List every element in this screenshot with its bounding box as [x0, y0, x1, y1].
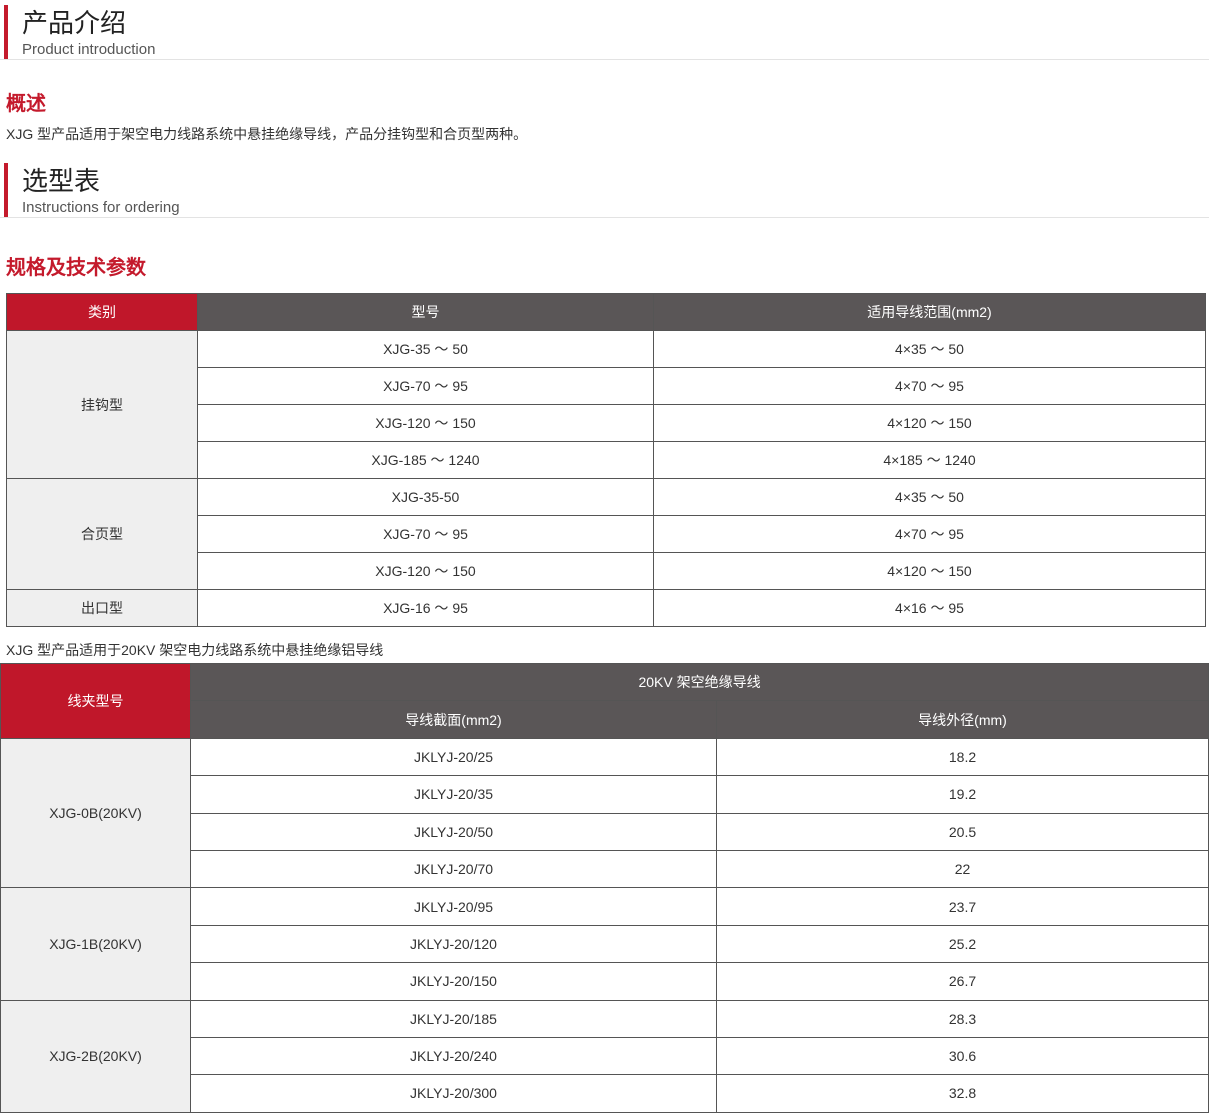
range-cell: 4×185 ～ 1240	[653, 441, 1206, 479]
model-cell: XJG-70 ～ 95	[197, 515, 654, 553]
wire-diameter-cell: 32.8	[715, 1074, 1209, 1113]
category-cell: 合页型	[6, 478, 198, 590]
range-cell: 4×35 ～ 50	[653, 330, 1206, 368]
spec-table: 类别 型号 适用导线范围(mm2) 挂钩型 XJG-35 ～ 50 4×35 ～ 5…	[6, 293, 1206, 627]
col-header-wire-group: 20KV 架空绝缘导线	[189, 662, 1209, 702]
wire-diameter-cell: 22	[715, 849, 1209, 889]
section-title-en: Instructions for ordering	[22, 199, 180, 216]
model-cell: XJG-185 ～ 1240	[197, 441, 654, 479]
range-cell: 4×120 ～ 150	[653, 404, 1206, 442]
table-row: XJG-0B(20KV) JKLYJ-20/25 18.2	[0, 737, 1209, 889]
model-cell: XJG-35 ～ 50	[197, 330, 654, 368]
overview-text: XJG 型产品适用于架空电力线路系统中悬挂绝缘导线，产品分挂钩型和合页型两种。	[6, 126, 528, 142]
category-cell: 出口型	[6, 589, 198, 627]
model-cell: XJG-35-50	[197, 478, 654, 516]
wire-diameter-cell: 19.2	[715, 775, 1209, 814]
wire-section-cell: JKLYJ-20/50	[190, 812, 717, 851]
model-cell: XJG-120 ～ 150	[197, 404, 654, 442]
table-row: 挂钩型 XJG-35 ～ 50 4×35 ～ 50	[6, 330, 1206, 479]
selection-header: 选型表 Instructions for ordering	[0, 163, 1209, 218]
spec-heading: 规格及技术参数	[6, 257, 146, 279]
section-accent-bar	[4, 5, 8, 59]
note-text: XJG 型产品适用于20KV 架空电力线路系统中悬挂绝缘铝导线	[6, 642, 384, 658]
wire-diameter-cell: 25.2	[715, 924, 1209, 964]
clamp-model-cell: XJG-2B(20KV)	[0, 999, 191, 1113]
wire-section-cell: JKLYJ-20/240	[190, 1036, 717, 1076]
range-cell: 4×70 ～ 95	[653, 367, 1206, 405]
wire-diameter-cell: 26.7	[715, 962, 1209, 1001]
range-cell: 4×16 ～ 95	[653, 589, 1206, 627]
col-header-section: 导线截面(mm2)	[190, 700, 717, 739]
model-cell: XJG-120 ～ 150	[197, 552, 654, 590]
wire-diameter-cell: 28.3	[715, 999, 1209, 1038]
table-header-row: 线夹型号 20KV 架空绝缘导线	[0, 662, 1209, 739]
col-header-diameter: 导线外径(mm)	[715, 700, 1209, 739]
wire-diameter-cell: 18.2	[715, 737, 1209, 777]
wire-section-cell: JKLYJ-20/300	[190, 1074, 717, 1113]
table-header-row: 类别 型号 适用导线范围(mm2)	[6, 293, 1206, 331]
range-cell: 4×70 ～ 95	[653, 515, 1206, 553]
col-header-clamp-model: 线夹型号	[0, 663, 191, 739]
wire-diameter-cell: 30.6	[715, 1036, 1209, 1076]
table-row: XJG-1B(20KV) JKLYJ-20/95 23.7	[0, 887, 1209, 1001]
section-title-cn: 产品介绍	[22, 8, 127, 38]
clamp-model-cell: XJG-1B(20KV)	[0, 887, 191, 1001]
product-intro-header: 产品介绍 Product introduction	[0, 5, 1209, 60]
wire-section-cell: JKLYJ-20/120	[190, 924, 717, 964]
wire-section-cell: JKLYJ-20/95	[190, 887, 717, 926]
wire-section-cell: JKLYJ-20/35	[190, 775, 717, 814]
col-header-range: 适用导线范围(mm2)	[653, 293, 1206, 331]
table-row: 出口型 XJG-16 ～ 95 4×16 ～ 95	[6, 589, 1206, 627]
wire-table: 线夹型号 20KV 架空绝缘导线 导线截面(mm2) 导线外径(mm) XJG-…	[0, 662, 1209, 1113]
wire-section-cell: JKLYJ-20/185	[190, 999, 717, 1038]
col-header-category: 类别	[6, 293, 198, 331]
model-cell: XJG-70 ～ 95	[197, 367, 654, 405]
clamp-model-cell: XJG-0B(20KV)	[0, 737, 191, 889]
wire-diameter-cell: 23.7	[715, 887, 1209, 926]
section-title-en: Product introduction	[22, 41, 156, 58]
model-cell: XJG-16 ～ 95	[197, 589, 654, 627]
col-header-model: 型号	[197, 293, 654, 331]
wire-section-cell: JKLYJ-20/70	[190, 849, 717, 889]
section-accent-bar	[4, 163, 8, 217]
wire-diameter-cell: 20.5	[715, 812, 1209, 851]
wire-section-cell: JKLYJ-20/150	[190, 962, 717, 1001]
wire-section-cell: JKLYJ-20/25	[190, 737, 717, 777]
range-cell: 4×35 ～ 50	[653, 478, 1206, 516]
overview-heading: 概述	[6, 93, 46, 115]
category-cell: 挂钩型	[6, 330, 198, 479]
range-cell: 4×120 ～ 150	[653, 552, 1206, 590]
table-row: 合页型 XJG-35-50 4×35 ～ 50	[6, 478, 1206, 590]
section-title-cn: 选型表	[22, 166, 101, 196]
table-row: XJG-2B(20KV) JKLYJ-20/185 28.3	[0, 999, 1209, 1113]
